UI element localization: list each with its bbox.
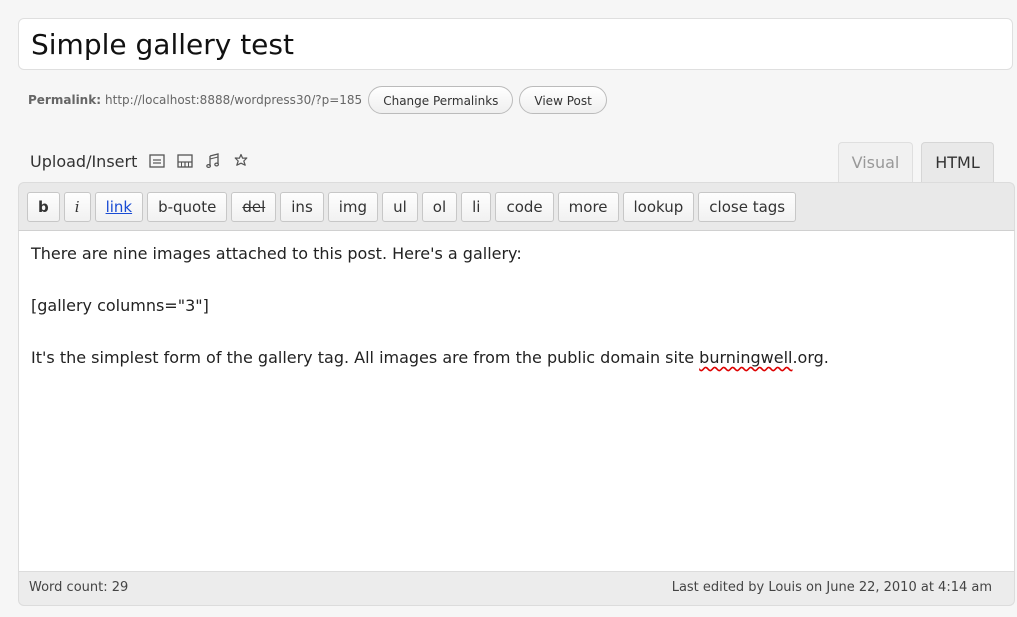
content-text: It's the simplest form of the gallery ta… <box>31 348 700 367</box>
view-post-button[interactable]: View Post <box>519 86 607 114</box>
content-paragraph-3: It's the simplest form of the gallery ta… <box>31 345 1002 371</box>
add-audio-icon[interactable] <box>205 153 221 169</box>
add-image-icon[interactable] <box>149 153 165 169</box>
content-paragraph-2: [gallery columns="3"] <box>31 296 209 315</box>
upload-insert-row: Upload/Insert <box>30 149 249 173</box>
add-gallery-icon[interactable] <box>177 153 193 169</box>
permalink-row: Permalink: http://localhost:8888/wordpre… <box>28 84 607 116</box>
lookup-button[interactable]: lookup <box>622 192 695 222</box>
content-textarea[interactable]: There are nine images attached to this p… <box>18 230 1015 572</box>
close-tags-button[interactable]: close tags <box>698 192 797 222</box>
img-button[interactable]: img <box>327 192 379 222</box>
content-paragraph-1: There are nine images attached to this p… <box>31 244 522 263</box>
tab-visual[interactable]: Visual <box>838 142 913 182</box>
post-editor-panel: Permalink: http://localhost:8888/wordpre… <box>0 0 1017 617</box>
add-media-icon[interactable] <box>233 153 249 169</box>
last-edited: Last edited by Louis on June 22, 2010 at… <box>671 580 992 595</box>
italic-button[interactable]: i <box>63 192 91 222</box>
permalink-url: http://localhost:8888/wordpress30/?p=185 <box>105 93 363 107</box>
misspelled-word: burningwell <box>699 348 793 367</box>
blockquote-button[interactable]: b-quote <box>147 192 228 222</box>
word-count: Word count: 29 <box>29 580 129 595</box>
change-permalinks-button[interactable]: Change Permalinks <box>368 86 514 114</box>
ins-button[interactable]: ins <box>280 192 324 222</box>
upload-insert-label: Upload/Insert <box>30 151 138 171</box>
code-button[interactable]: code <box>495 192 554 222</box>
post-title-box[interactable] <box>18 18 1013 70</box>
more-button[interactable]: more <box>557 192 619 222</box>
ul-button[interactable]: ul <box>382 192 418 222</box>
post-title-input[interactable] <box>19 19 991 69</box>
content-text: .org. <box>792 348 829 367</box>
editor-status-bar: Word count: 29 Last edited by Louis on J… <box>18 572 1015 606</box>
bold-button[interactable]: b <box>27 192 60 222</box>
permalink-label: Permalink: <box>28 93 102 107</box>
ol-button[interactable]: ol <box>421 192 458 222</box>
del-button[interactable]: del <box>231 192 277 222</box>
tab-html[interactable]: HTML <box>921 142 994 182</box>
link-button[interactable]: link <box>94 192 144 222</box>
quicktags-toolbar: b i link b-quote del ins img ul ol li co… <box>18 182 1015 230</box>
li-button[interactable]: li <box>461 192 492 222</box>
